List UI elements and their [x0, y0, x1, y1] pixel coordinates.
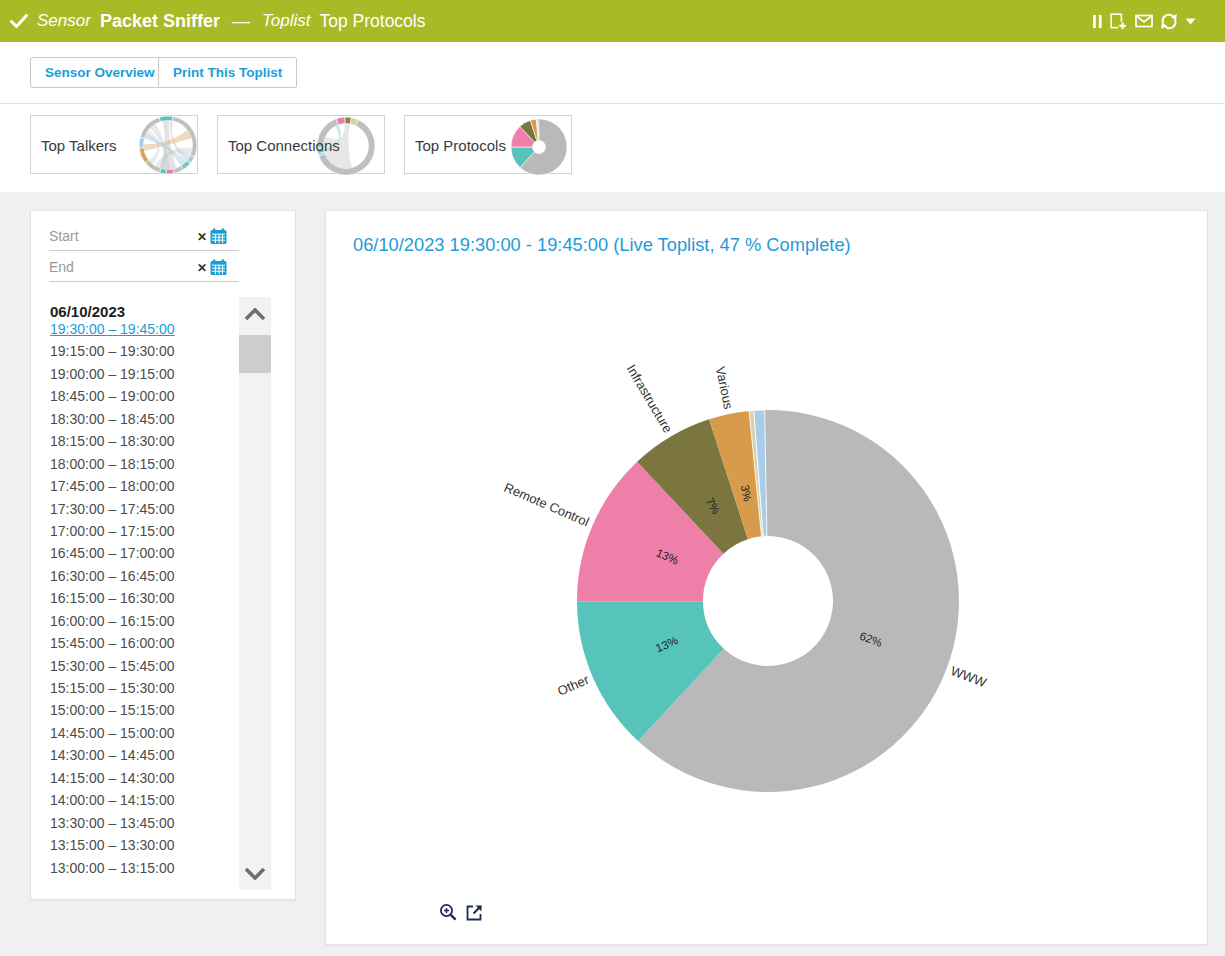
timeslot-item[interactable]: 16:15:00 – 16:30:00	[50, 587, 235, 609]
timeslot-item[interactable]: 14:30:00 – 14:45:00	[50, 744, 235, 766]
tab-label: Top Connections	[228, 136, 340, 153]
timeslot-item[interactable]: 14:00:00 – 14:15:00	[50, 789, 235, 811]
timeslot-item[interactable]: 18:00:00 – 18:15:00	[50, 453, 235, 475]
breadcrumb-page: Top Protocols	[319, 11, 425, 32]
timeslot-item[interactable]: 19:30:00 – 19:45:00	[50, 318, 235, 340]
timeslot-item[interactable]: 16:45:00 – 17:00:00	[50, 542, 235, 564]
separator-line	[0, 103, 1225, 104]
external-link-icon[interactable]	[465, 903, 484, 922]
timeslot-item[interactable]: 17:45:00 – 18:00:00	[50, 475, 235, 497]
timeslot-item[interactable]: 14:45:00 – 15:00:00	[50, 722, 235, 744]
sensor-overview-button[interactable]: Sensor Overview	[30, 57, 170, 88]
pause-icon[interactable]	[1092, 14, 1103, 29]
print-toplist-button[interactable]: Print This Toplist	[158, 57, 297, 88]
timeslot-list: 19:30:00 – 19:45:0019:15:00 – 19:30:0019…	[50, 318, 235, 879]
page: { "topbar": { "status_icon": "check-icon…	[0, 0, 1225, 956]
timeslot-item[interactable]: 19:15:00 – 19:30:00	[50, 340, 235, 362]
start-date-input[interactable]	[49, 226, 169, 246]
timeslot-panel: ✕ ✕ 06/10/2023 19:30:00 – 19:45:0019:15:…	[30, 210, 296, 900]
tab-top-protocols[interactable]: Top Protocols	[404, 115, 572, 174]
timeslot-item[interactable]: 19:00:00 – 19:15:00	[50, 363, 235, 385]
pie-slice	[166, 169, 174, 174]
chord-diagram-icon	[137, 114, 199, 176]
end-date-row: ✕	[49, 257, 239, 282]
start-date-row: ✕	[49, 226, 239, 251]
pie-slice-label: Remote Control	[502, 480, 592, 530]
timeslot-item[interactable]: 18:15:00 – 18:30:00	[50, 430, 235, 452]
toplist-chart-panel: 06/10/2023 19:30:00 - 19:45:00 (Live Top…	[325, 210, 1208, 945]
top-protocols-donut-chart: 62%WWW13%Other13%Remote Control7%Infrast…	[326, 211, 1209, 944]
breadcrumb-separator: —	[232, 11, 250, 32]
donut-chart-icon	[509, 117, 569, 177]
calendar-icon[interactable]	[210, 228, 227, 245]
pie-slice-label: Other	[555, 672, 591, 699]
scrollbar[interactable]	[239, 297, 271, 890]
breadcrumb-section: Toplist	[262, 11, 311, 31]
check-icon	[10, 14, 28, 28]
scrollbar-thumb[interactable]	[239, 335, 271, 373]
topbar: Sensor Packet Sniffer — Toplist Top Prot…	[0, 0, 1225, 42]
clear-start-icon[interactable]: ✕	[197, 230, 207, 244]
scroll-up-button[interactable]	[239, 299, 271, 329]
caret-down-icon[interactable]	[1185, 18, 1196, 25]
timeslot-item[interactable]: 18:30:00 – 18:45:00	[50, 408, 235, 430]
timeslot-item[interactable]: 13:30:00 – 13:45:00	[50, 812, 235, 834]
clear-end-icon[interactable]: ✕	[197, 261, 207, 275]
refresh-icon[interactable]	[1160, 13, 1178, 30]
tab-label: Top Protocols	[415, 136, 506, 153]
timeslot-item[interactable]: 13:00:00 – 13:15:00	[50, 857, 235, 879]
timeslot-item[interactable]: 14:15:00 – 14:30:00	[50, 767, 235, 789]
timeslot-item[interactable]: 13:15:00 – 13:30:00	[50, 834, 235, 856]
zoom-icon[interactable]	[439, 903, 458, 922]
timeslot-item[interactable]: 16:30:00 – 16:45:00	[50, 565, 235, 587]
timeslot-item[interactable]: 15:30:00 – 15:45:00	[50, 655, 235, 677]
timeslot-item[interactable]: 18:45:00 – 19:00:00	[50, 385, 235, 407]
end-date-input[interactable]	[49, 257, 169, 277]
timeslot-item[interactable]: 17:30:00 – 17:45:00	[50, 498, 235, 520]
pie-slice-label: Infrastructure	[624, 362, 676, 436]
scroll-down-button[interactable]	[239, 858, 271, 888]
timeslot-item[interactable]: 15:00:00 – 15:15:00	[50, 699, 235, 721]
timeslot-item[interactable]: 15:15:00 – 15:30:00	[50, 677, 235, 699]
timeslot-item[interactable]: 16:00:00 – 16:15:00	[50, 610, 235, 632]
tab-label: Top Talkers	[41, 136, 117, 153]
timeslot-item[interactable]: 17:00:00 – 17:15:00	[50, 520, 235, 542]
chevron-down-icon	[244, 867, 266, 880]
timeslot-item[interactable]: 15:45:00 – 16:00:00	[50, 632, 235, 654]
calendar-icon[interactable]	[210, 259, 227, 276]
email-icon[interactable]	[1135, 14, 1153, 28]
report-icon[interactable]	[1110, 13, 1128, 30]
breadcrumb-sensor-name[interactable]: Packet Sniffer	[100, 11, 220, 32]
tab-top-talkers[interactable]: Top Talkers	[30, 115, 198, 174]
chevron-up-icon	[244, 308, 266, 321]
pie-slice-label: Various	[713, 365, 737, 411]
breadcrumb-kind: Sensor	[37, 11, 91, 31]
pie-slice-label: WWW	[949, 663, 989, 690]
tab-top-connections[interactable]: Top Connections	[217, 115, 385, 174]
